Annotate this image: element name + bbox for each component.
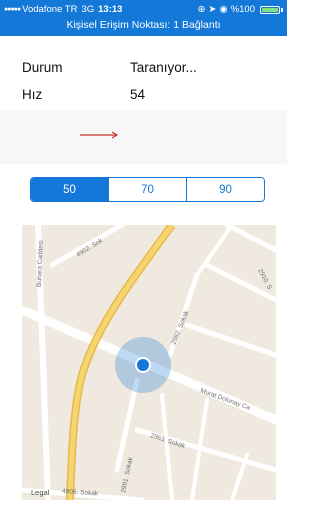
status-indicators: ●●●●● Vodafone TR 3G 13:13 ⊕ ➤ ◉ %100	[4, 3, 283, 16]
hotspot-banner[interactable]: Kişisel Erişim Noktası: 1 Bağlantı	[0, 18, 287, 32]
legal-link[interactable]: Legal	[31, 488, 49, 497]
street-label-buhara: Buhara Caddesi	[36, 240, 45, 287]
battery-icon	[260, 5, 280, 14]
speed-option-50[interactable]: 50	[31, 178, 108, 201]
status-right: ⊕ ➤ ◉ %100	[197, 3, 283, 16]
map-view[interactable]: 4902. Sok Buhara Caddesi 2910. S 2982. S…	[22, 225, 276, 500]
battery-percent: %100	[230, 4, 255, 15]
speed-limit-selector: 50 70 90	[30, 177, 265, 202]
clock: 13:13	[98, 4, 123, 15]
street-label-2991: 2991. Sokak	[120, 456, 135, 494]
alarm-icon: ◉	[219, 4, 228, 15]
map-canvas: 4902. Sok Buhara Caddesi 2910. S 2982. S…	[22, 225, 276, 500]
carrier-name: Vodafone TR	[22, 4, 78, 15]
speed-label: Hız	[22, 87, 43, 102]
network-type: 3G	[81, 4, 95, 15]
hotspot-icon: ⊕	[197, 4, 206, 15]
status-label: Durum	[22, 60, 63, 75]
street-label-2910: 2910. S	[256, 268, 273, 292]
speed-value: 54	[130, 87, 146, 102]
direction-panel	[0, 110, 287, 164]
direction-arrow-icon	[80, 131, 119, 139]
speed-option-70[interactable]: 70	[108, 178, 186, 201]
status-value: Taranıyor...	[130, 60, 197, 75]
location-services-icon: ➤	[208, 4, 217, 15]
speed-option-90[interactable]: 90	[186, 178, 264, 201]
status-bar: ●●●●● Vodafone TR 3G 13:13 ⊕ ➤ ◉ %100 Ki…	[0, 0, 287, 36]
signal-strength-icon: ●●●●●	[4, 6, 21, 13]
